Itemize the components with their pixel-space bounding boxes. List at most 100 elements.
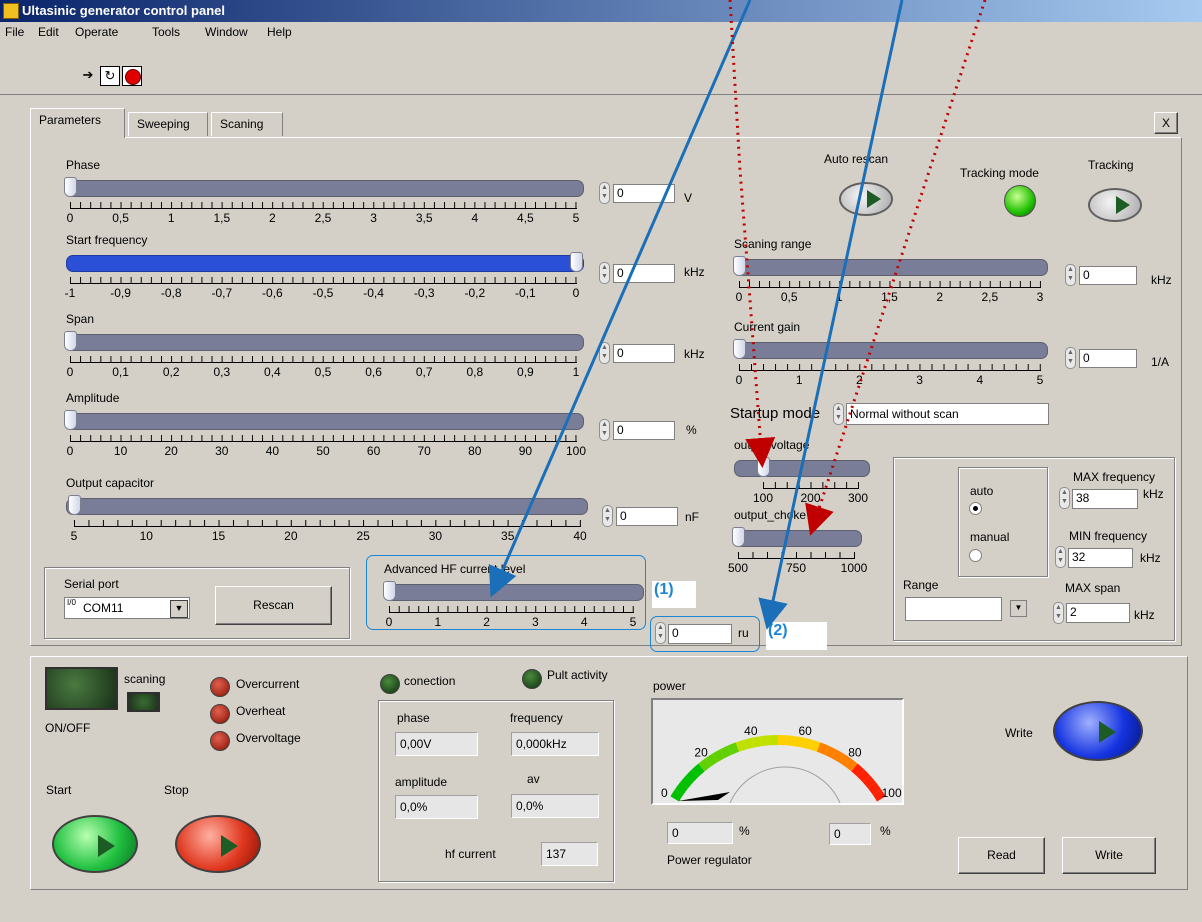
- scaning-range-spinner[interactable]: ▲ ▼: [1065, 264, 1076, 286]
- advanced-hf-field[interactable]: 0: [668, 624, 732, 644]
- serial-port-dropdown-icon[interactable]: ▼: [170, 600, 188, 618]
- amplitude-field[interactable]: 0: [613, 421, 675, 440]
- pult-activity-led: [522, 669, 542, 689]
- current-gain-slider-handle[interactable]: [733, 339, 746, 359]
- start-button[interactable]: [52, 815, 138, 873]
- power-regulator-field-1: 0: [667, 822, 733, 844]
- output-capacitor-slider-handle[interactable]: [68, 495, 81, 515]
- range-dropdown-icon[interactable]: ▼: [1010, 600, 1027, 617]
- write-button[interactable]: Write: [1062, 837, 1156, 874]
- amplitude-spinner[interactable]: ▲ ▼: [599, 419, 610, 441]
- advanced-hf-unit: ru: [738, 626, 749, 640]
- phase-spinner[interactable]: ▲ ▼: [599, 182, 610, 204]
- range-field[interactable]: [905, 597, 1002, 621]
- span-slider-handle[interactable]: [64, 331, 77, 351]
- menu-window[interactable]: Window: [205, 25, 248, 39]
- write-indicator-button[interactable]: [1053, 701, 1143, 761]
- start-frequency-slider[interactable]: [66, 255, 584, 272]
- span-field[interactable]: 0: [613, 344, 675, 363]
- run-arrow-icon[interactable]: ➔: [78, 66, 98, 86]
- scaning-range-unit: kHz: [1151, 273, 1172, 287]
- frequency-readout: 0,000kHz: [511, 732, 599, 756]
- phase-ticks: [70, 202, 577, 209]
- start-frequency-field[interactable]: 0: [613, 264, 675, 283]
- rescan-button[interactable]: Rescan: [215, 586, 332, 625]
- tab-parameters[interactable]: Parameters: [30, 108, 125, 138]
- current-gain-slider[interactable]: [734, 342, 1048, 359]
- max-frequency-field[interactable]: 38: [1072, 489, 1138, 509]
- output-voltage-slider[interactable]: [734, 460, 870, 477]
- tab-scaning[interactable]: Scaning: [211, 112, 283, 136]
- startup-mode-field[interactable]: Normal without scan: [846, 403, 1049, 425]
- stop-button[interactable]: [175, 815, 261, 873]
- output-choke-slider[interactable]: [734, 530, 862, 547]
- span-unit: kHz: [684, 347, 705, 361]
- auto-rescan-label: Auto rescan: [824, 152, 889, 166]
- current-gain-field[interactable]: 0: [1079, 349, 1137, 368]
- min-frequency-field[interactable]: 32: [1068, 548, 1133, 568]
- current-gain-spinner[interactable]: ▲ ▼: [1065, 347, 1076, 369]
- menu-operate[interactable]: Operate: [75, 25, 118, 39]
- auto-radio[interactable]: [969, 502, 982, 515]
- output-choke-tick-label: 1000: [840, 561, 868, 575]
- scaning-range-slider-handle[interactable]: [733, 256, 746, 276]
- menu-help[interactable]: Help: [267, 25, 292, 39]
- output-voltage-slider-handle[interactable]: [757, 457, 770, 477]
- auto-rescan-button[interactable]: [839, 182, 893, 216]
- manual-radio[interactable]: [969, 549, 982, 562]
- connection-label: conection: [404, 674, 456, 688]
- menu-tools[interactable]: Tools: [152, 25, 180, 39]
- tracking-button[interactable]: [1088, 188, 1142, 222]
- amplitude-tick-label: 40: [265, 444, 280, 458]
- start-frequency-tick-label: -0,5: [312, 286, 334, 300]
- output-capacitor-spinner[interactable]: ▲ ▼: [602, 505, 613, 527]
- min-frequency-unit: kHz: [1140, 551, 1161, 565]
- max-frequency-spinner[interactable]: ▲ ▼: [1059, 487, 1070, 509]
- scaning-range-slider[interactable]: [734, 259, 1048, 276]
- span-tick-label: 0,6: [365, 365, 382, 379]
- menu-file[interactable]: File: [5, 25, 24, 39]
- abort-icon[interactable]: [122, 66, 142, 86]
- start-frequency-slider-handle[interactable]: [570, 252, 583, 272]
- phase-tick-label: 4: [471, 211, 479, 225]
- read-button[interactable]: Read: [958, 837, 1045, 874]
- phase-readout-label: phase: [397, 711, 430, 725]
- menu-edit[interactable]: Edit: [38, 25, 59, 39]
- amplitude-slider-handle[interactable]: [64, 410, 77, 430]
- output-capacitor-tick-label: 20: [284, 529, 298, 543]
- gauge-arc-segment: [743, 737, 755, 750]
- span-slider[interactable]: [66, 334, 584, 351]
- max-span-field[interactable]: 2: [1066, 603, 1130, 623]
- run-continuous-icon[interactable]: ↻: [100, 66, 120, 86]
- output-capacitor-ticks: [74, 520, 581, 527]
- output-choke-slider-handle[interactable]: [732, 527, 745, 547]
- phase-field[interactable]: 0: [613, 184, 675, 203]
- scaning-range-field[interactable]: 0: [1079, 266, 1137, 285]
- gauge-arc-segment: [801, 737, 813, 750]
- min-frequency-spinner[interactable]: ▲ ▼: [1055, 546, 1066, 568]
- output-capacitor-slider[interactable]: [66, 498, 588, 515]
- phase-slider[interactable]: [66, 180, 584, 197]
- advanced-hf-spinner[interactable]: ▲ ▼: [655, 622, 666, 644]
- close-button[interactable]: X: [1154, 112, 1178, 134]
- tab-sweeping[interactable]: Sweeping: [128, 112, 208, 136]
- current-gain-tick-label: 1: [795, 373, 803, 387]
- start-frequency-spinner[interactable]: ▲ ▼: [599, 262, 610, 284]
- on-off-button[interactable]: [45, 667, 118, 710]
- span-tick-label: 0,7: [415, 365, 433, 379]
- overvoltage-led: [210, 731, 230, 751]
- phase-slider-handle[interactable]: [64, 177, 77, 197]
- tracking-label: Tracking: [1088, 158, 1134, 172]
- on-off-label: ON/OFF: [45, 721, 91, 735]
- amplitude-slider[interactable]: [66, 413, 584, 430]
- output-choke-tick-label: 750: [785, 561, 807, 575]
- gauge-arc-segment: [857, 769, 871, 783]
- max-span-spinner[interactable]: ▲ ▼: [1053, 602, 1064, 624]
- min-frequency-label: MIN frequency: [1069, 529, 1148, 543]
- span-spinner[interactable]: ▲ ▼: [599, 342, 610, 364]
- gauge-arc-segment: [867, 782, 881, 795]
- output-capacitor-field[interactable]: 0: [616, 507, 678, 526]
- scaning-indicator: [127, 692, 160, 712]
- startup-mode-spinner[interactable]: ▲ ▼: [833, 403, 844, 425]
- gauge-arc-segment: [685, 769, 699, 783]
